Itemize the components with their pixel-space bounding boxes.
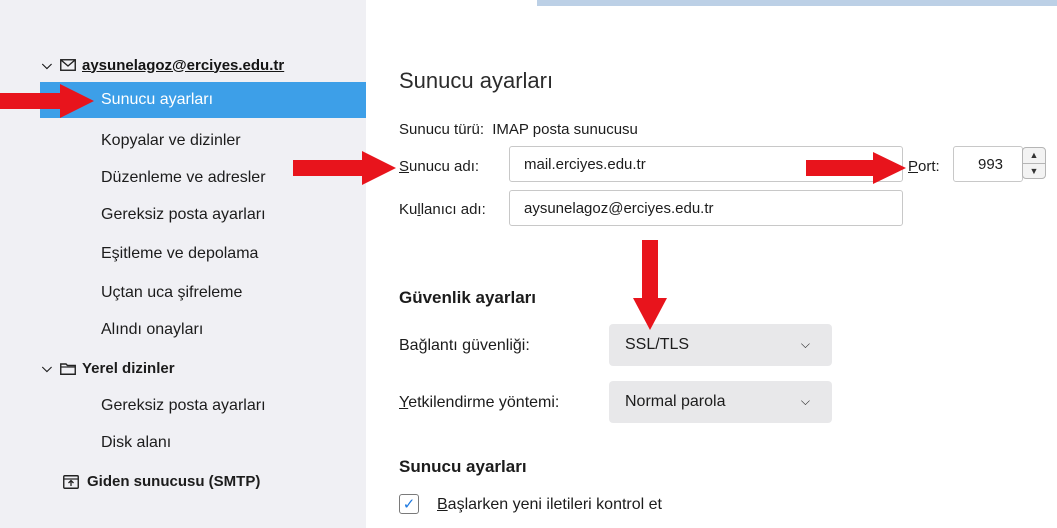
connection-security-select[interactable]: SSL/TLS ⌵	[609, 324, 832, 366]
check-label-text: aşlarken yeni iletileri kontrol et	[447, 496, 662, 513]
sidebar-item-local-junk[interactable]: Gereksiz posta ayarları	[40, 388, 366, 424]
sidebar-item-label: Uçtan uca şifreleme	[101, 284, 243, 301]
sidebar-item-label: Kopyalar ve dizinler	[101, 132, 241, 149]
smtp-label: Giden sunucusu (SMTP)	[87, 472, 261, 490]
checkmark-icon: ✓	[402, 496, 416, 513]
conn-label-part: Bağlantı	[399, 337, 463, 354]
security-heading: Güvenlik ayarları	[399, 288, 537, 307]
server-name-label-accesskey: S	[399, 158, 410, 175]
port-label: Port:	[908, 158, 940, 175]
sidebar-item-label: Sunucu ayarları	[101, 91, 214, 108]
sidebar-item-e2e-encryption[interactable]: Uçtan uca şifreleme	[40, 275, 366, 311]
server-type-value: IMAP posta sunucusu	[492, 121, 638, 138]
sidebar-item-label: Alındı onayları	[101, 321, 204, 338]
port-label-accesskey: P	[908, 158, 919, 175]
local-folders-label: Yerel dizinler	[82, 359, 175, 377]
account-sidebar: ⌵ aysunelagoz@erciyes.edu.tr Sunucu ayar…	[0, 0, 366, 528]
sidebar-item-sync-storage[interactable]: Eşitleme ve depolama	[40, 236, 366, 272]
chevron-down-icon[interactable]: ⌵	[42, 360, 56, 376]
local-folders-tree-item[interactable]: ⌵ Yerel dizinler	[42, 355, 175, 381]
red-arrow-icon	[0, 84, 94, 118]
auth-label-text: etkilendirme yöntemi:	[408, 394, 560, 411]
red-arrow-icon	[806, 152, 906, 184]
smtp-tree-item[interactable]: Giden sunucusu (SMTP)	[63, 468, 260, 494]
auth-label-accesskey: Y	[399, 394, 409, 411]
account-tree-item[interactable]: ⌵ aysunelagoz@erciyes.edu.tr	[42, 52, 284, 78]
server-type-label-text: Sunucu türü:	[399, 121, 485, 138]
server-name-label: Sunucu adı:	[399, 158, 479, 175]
red-arrow-icon	[633, 240, 667, 330]
sidebar-item-label: Gereksiz posta ayarları	[101, 206, 266, 223]
stepper-down-icon[interactable]: ▼	[1023, 162, 1045, 179]
check-label-accesskey: B	[437, 496, 448, 513]
page-title: Sunucu ayarları	[399, 68, 554, 93]
check-new-mail-label[interactable]: Başlarken yeni iletileri kontrol et	[437, 496, 662, 514]
envelope-icon	[60, 59, 78, 71]
sidebar-item-junk-settings[interactable]: Gereksiz posta ayarları	[40, 197, 366, 233]
auth-method-select[interactable]: Normal parola ⌵	[609, 381, 832, 423]
auth-method-value: Normal parola	[625, 393, 726, 410]
folder-icon	[60, 362, 78, 375]
connection-security-label: Bağlantı güvenliği:	[399, 337, 530, 355]
connection-security-value: SSL/TLS	[625, 336, 690, 353]
sidebar-item-label: Gereksiz posta ayarları	[101, 397, 266, 414]
username-label-part: lanıcı adı:	[420, 201, 486, 218]
chevron-down-icon[interactable]: ⌵	[42, 57, 56, 73]
server-settings-heading: Sunucu ayarları	[399, 457, 527, 476]
conn-label-part: üvenliği:	[471, 337, 530, 354]
sidebar-item-label: Disk alanı	[101, 434, 172, 451]
stepper-up-icon[interactable]: ▲	[1023, 148, 1045, 163]
chevron-down-icon: ⌵	[800, 337, 810, 351]
sidebar-item-label: Düzenleme ve adresler	[101, 169, 266, 186]
auth-method-label: Yetkilendirme yöntemi:	[399, 394, 559, 412]
server-name-label-text: unucu adı:	[409, 158, 480, 175]
sidebar-item-disk-space[interactable]: Disk alanı	[40, 425, 366, 461]
port-label-text: ort:	[918, 158, 940, 175]
port-input[interactable]: 993	[953, 146, 1023, 182]
window-edge-right	[537, 0, 1057, 6]
conn-label-accesskey: g	[462, 337, 472, 354]
server-type-label: Sunucu türü: IMAP posta sunucusu	[399, 121, 638, 138]
red-arrow-icon	[293, 151, 396, 185]
sidebar-item-receipts[interactable]: Alındı onayları	[40, 312, 366, 348]
username-label-part: Ku	[399, 201, 418, 218]
username-input[interactable]: aysunelagoz@erciyes.edu.tr	[509, 190, 903, 226]
chevron-down-icon: ⌵	[800, 394, 810, 408]
username-label: Kullanıcı adı:	[399, 201, 486, 218]
account-label: aysunelagoz@erciyes.edu.tr	[82, 56, 285, 74]
sidebar-item-label: Eşitleme ve depolama	[101, 245, 259, 262]
outgoing-server-icon	[63, 474, 83, 489]
check-new-mail-checkbox[interactable]: ✓	[399, 494, 419, 514]
port-stepper[interactable]: ▲ ▼	[1022, 147, 1046, 179]
